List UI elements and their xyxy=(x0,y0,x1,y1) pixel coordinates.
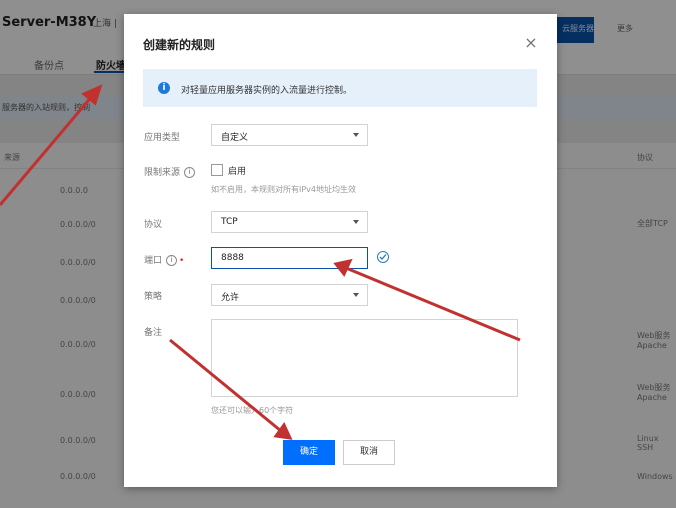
chevron-down-icon xyxy=(353,220,359,224)
source-label: 限制来源 i xyxy=(144,165,196,178)
cancel-button[interactable]: 取消 xyxy=(343,440,395,465)
info-banner: i 对轻量应用服务器实例的入流量进行控制。 xyxy=(143,69,537,107)
policy-label: 策略 xyxy=(144,292,163,302)
policy-value: 允许 xyxy=(221,293,240,303)
info-icon: i xyxy=(158,82,170,94)
source-hint: 如不启用，本规则对所有IPv4地址均生效 xyxy=(211,185,357,194)
help-icon[interactable]: i xyxy=(166,255,178,266)
protocol-value: TCP xyxy=(221,217,238,227)
required-marker: • xyxy=(179,256,185,266)
source-enable-label: 启用 xyxy=(228,167,247,177)
help-icon[interactable]: i xyxy=(184,167,196,178)
app-type-value: 自定义 xyxy=(221,133,249,143)
app-type-select[interactable]: 自定义 xyxy=(211,124,368,146)
remark-label: 备注 xyxy=(144,328,163,338)
protocol-select[interactable]: TCP xyxy=(211,211,368,233)
remark-textarea[interactable] xyxy=(211,319,518,397)
port-input[interactable]: 8888 xyxy=(211,247,368,269)
dialog-title: 创建新的规则 xyxy=(143,38,216,52)
chevron-down-icon xyxy=(353,133,359,137)
confirm-button[interactable]: 确定 xyxy=(283,440,335,465)
policy-select[interactable]: 允许 xyxy=(211,284,368,306)
info-text: 对轻量应用服务器实例的入流量进行控制。 xyxy=(181,86,353,96)
create-rule-dialog: 创建新的规则 × i 对轻量应用服务器实例的入流量进行控制。 应用类型 自定义 … xyxy=(124,14,557,487)
check-icon xyxy=(377,251,389,263)
port-label: 端口 i • xyxy=(144,253,184,266)
close-icon[interactable]: × xyxy=(522,34,540,52)
source-label-text: 限制来源 xyxy=(144,168,181,178)
app-type-label: 应用类型 xyxy=(144,133,181,143)
protocol-label: 协议 xyxy=(144,220,163,230)
port-label-text: 端口 xyxy=(144,256,163,266)
port-value: 8888 xyxy=(221,253,244,263)
chevron-down-icon xyxy=(353,293,359,297)
source-enable-checkbox[interactable] xyxy=(211,164,223,176)
remark-counter: 您还可以输入60个字符 xyxy=(211,406,294,415)
